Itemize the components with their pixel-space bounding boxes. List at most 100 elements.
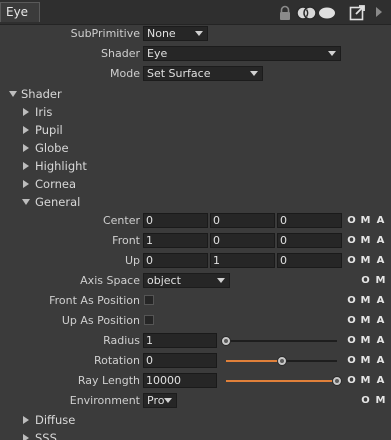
front-as-position-row: Front As Position O M A	[0, 292, 391, 310]
center-z-field[interactable]: 0	[277, 213, 342, 228]
section-iris[interactable]: Iris	[0, 103, 391, 121]
collapse-triangle-icon	[9, 91, 17, 97]
override-button[interactable]: O	[346, 314, 357, 327]
center-y-field[interactable]: 0	[210, 213, 275, 228]
section-label: Cornea	[35, 177, 77, 191]
section-general[interactable]: General	[0, 193, 391, 211]
override-button[interactable]: O	[360, 394, 371, 407]
animate-button[interactable]: A	[375, 334, 386, 347]
front-y-field[interactable]: 0	[210, 233, 275, 248]
subprimitive-label: SubPrimitive	[70, 27, 140, 40]
chevron-down-icon	[164, 398, 172, 403]
subprimitive-value: None	[147, 27, 176, 40]
override-button[interactable]: O	[346, 374, 357, 387]
section-cornea[interactable]: Cornea	[0, 175, 391, 193]
radius-slider-handle[interactable]	[221, 336, 231, 346]
up-row: Up 0 1 0 O M A	[0, 252, 391, 270]
radius-slider[interactable]	[221, 332, 342, 350]
section-label: Highlight	[35, 159, 87, 173]
mask-button[interactable]: M	[375, 394, 386, 407]
animate-button[interactable]: A	[375, 254, 386, 267]
shader-value: Eye	[147, 47, 168, 60]
rotation-field[interactable]: 0	[143, 353, 217, 368]
menu-arrow-icon[interactable]	[376, 7, 382, 17]
section-shader[interactable]: Shader	[0, 85, 391, 103]
shader-dropdown[interactable]: Eye	[143, 46, 341, 61]
section-label: Iris	[35, 105, 53, 119]
link-icon[interactable]	[296, 5, 318, 21]
rotation-slider-handle[interactable]	[276, 356, 287, 366]
up-as-position-label: Up As Position	[61, 314, 140, 327]
ray-length-slider-handle[interactable]	[332, 376, 342, 386]
up-x-field[interactable]: 0	[143, 253, 208, 268]
ray-length-slider[interactable]	[221, 372, 342, 390]
mask-button[interactable]: M	[360, 234, 371, 247]
mask-button[interactable]: M	[360, 314, 371, 327]
subprimitive-dropdown[interactable]: None	[143, 26, 208, 41]
ray-length-field[interactable]: 10000	[143, 373, 217, 388]
mode-row: Mode Set Surface	[0, 65, 391, 83]
environment-value: Pro	[147, 394, 165, 407]
center-label: Center	[102, 214, 140, 227]
axis-space-row: Axis Space object O M	[0, 272, 391, 290]
expand-triangle-icon	[23, 434, 29, 440]
section-label: Globe	[35, 141, 69, 155]
section-diffuse[interactable]: Diffuse	[0, 411, 391, 429]
mask-button[interactable]: M	[360, 214, 371, 227]
ray-length-row: Ray Length 10000 O M A	[0, 372, 391, 390]
override-button[interactable]: O	[346, 234, 357, 247]
front-z-field[interactable]: 0	[277, 233, 342, 248]
override-button[interactable]: O	[346, 354, 357, 367]
chevron-down-icon	[217, 278, 225, 283]
front-as-position-label: Front As Position	[49, 294, 140, 307]
shader-row: Shader Eye	[0, 45, 391, 63]
override-button[interactable]: O	[360, 274, 371, 287]
mask-button[interactable]: M	[360, 294, 371, 307]
shader-label: Shader	[101, 47, 140, 60]
front-x-field[interactable]: 1	[143, 233, 208, 248]
rotation-fill	[226, 360, 282, 362]
subprimitive-row: SubPrimitive None	[0, 25, 391, 43]
override-button[interactable]: O	[346, 214, 357, 227]
animate-button[interactable]: A	[375, 294, 386, 307]
mask-button[interactable]: M	[360, 354, 371, 367]
center-x-field[interactable]: 0	[143, 213, 208, 228]
mode-dropdown[interactable]: Set Surface	[143, 66, 263, 81]
environment-dropdown[interactable]: Pro	[143, 393, 177, 408]
expand-triangle-icon	[23, 180, 29, 188]
mask-button[interactable]: M	[375, 274, 386, 287]
center-row: Center 0 0 0 O M A	[0, 212, 391, 230]
up-as-position-row: Up As Position O M A	[0, 312, 391, 330]
section-label: SSS	[35, 431, 57, 440]
lock-icon[interactable]	[277, 5, 293, 21]
mask-button[interactable]: M	[360, 374, 371, 387]
axis-space-dropdown[interactable]: object	[143, 273, 230, 288]
expand-triangle-icon	[23, 416, 29, 424]
animate-button[interactable]: A	[375, 354, 386, 367]
section-highlight[interactable]: Highlight	[0, 157, 391, 175]
float-icon[interactable]	[318, 7, 336, 19]
rotation-slider[interactable]	[221, 352, 342, 370]
animate-button[interactable]: A	[375, 374, 386, 387]
section-pupil[interactable]: Pupil	[0, 121, 391, 139]
override-button[interactable]: O	[346, 334, 357, 347]
section-globe[interactable]: Globe	[0, 139, 391, 157]
override-button[interactable]: O	[346, 254, 357, 267]
expand-triangle-icon	[23, 162, 29, 170]
up-y-field[interactable]: 1	[210, 253, 275, 268]
front-as-position-checkbox[interactable]	[144, 295, 154, 305]
animate-button[interactable]: A	[375, 314, 386, 327]
override-button[interactable]: O	[346, 294, 357, 307]
expand-triangle-icon	[23, 144, 29, 152]
mask-button[interactable]: M	[360, 334, 371, 347]
ray-length-label: Ray Length	[77, 374, 140, 387]
mask-button[interactable]: M	[360, 254, 371, 267]
animate-button[interactable]: A	[375, 214, 386, 227]
tab-eye[interactable]: Eye	[0, 2, 40, 22]
section-sss[interactable]: SSS	[0, 429, 391, 440]
radius-field[interactable]: 1	[143, 333, 217, 348]
animate-button[interactable]: A	[375, 234, 386, 247]
up-z-field[interactable]: 0	[277, 253, 342, 268]
up-as-position-checkbox[interactable]	[144, 315, 154, 325]
undock-icon[interactable]	[349, 4, 366, 21]
